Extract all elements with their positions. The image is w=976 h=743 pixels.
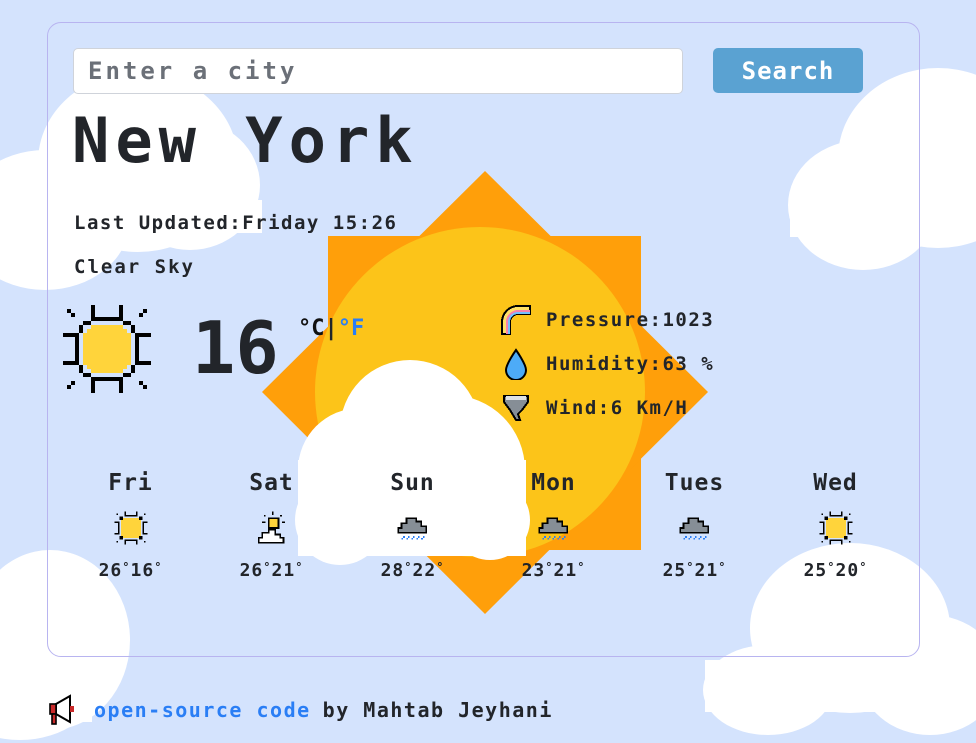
- forecast-max-temp: 25: [803, 560, 828, 581]
- forecast-max-temp: 26: [239, 560, 264, 581]
- author-credit: by Mahtab Jeyhani: [322, 698, 553, 722]
- pressure-row: Pressure: 1023: [500, 298, 714, 342]
- degree-symbol: °: [859, 560, 868, 574]
- rain-cloud-icon: [677, 510, 713, 546]
- degree-symbol: °: [577, 560, 586, 574]
- humidity-value: 63 %: [662, 353, 715, 375]
- city-search-input[interactable]: [73, 48, 683, 94]
- forecast-min-temp: 16: [130, 560, 155, 581]
- forecast-max-temp: 25: [662, 560, 687, 581]
- forecast-day: Fri 26°16°: [60, 470, 201, 581]
- forecast-max-temp: 23: [521, 560, 546, 581]
- forecast-temps: 25°21°: [624, 560, 765, 581]
- humidity-label: Humidity:: [546, 353, 663, 375]
- city-name: New York: [72, 104, 419, 177]
- degree-symbol: °: [263, 560, 272, 574]
- degree-symbol: °: [545, 560, 554, 574]
- forecast-temps: 26°16°: [60, 560, 201, 581]
- sun-icon: [63, 305, 151, 393]
- rain-cloud-icon: [536, 510, 572, 546]
- unit-separator: |: [324, 316, 338, 341]
- forecast-temps: 25°20°: [765, 560, 906, 581]
- forecast-day: Sat 26°21°: [201, 470, 342, 581]
- weather-details: Pressure: 1023 Humidity: 63 % Wind: 6 Km/H: [500, 298, 714, 430]
- degree-symbol: °: [404, 560, 413, 574]
- forecast-min-temp: 21: [694, 560, 719, 581]
- fahrenheit-link[interactable]: °F: [338, 316, 365, 341]
- forecast-day-name: Wed: [813, 470, 858, 496]
- unit-toggle: °C|°F: [298, 316, 364, 341]
- source-code-link[interactable]: open-source code: [94, 698, 311, 722]
- degree-symbol: °: [122, 560, 131, 574]
- water-drop-icon: [504, 348, 528, 380]
- forecast-day: Sun 28°22°: [342, 470, 483, 581]
- forecast-temps: 28°22°: [342, 560, 483, 581]
- degree-symbol: °: [154, 560, 163, 574]
- forecast-min-temp: 21: [271, 560, 296, 581]
- rain-cloud-icon: [395, 510, 431, 546]
- forecast-min-temp: 20: [835, 560, 860, 581]
- last-updated: Last Updated:Friday 15:26: [74, 212, 398, 234]
- degree-symbol: °: [686, 560, 695, 574]
- forecast-day: Tues 25°21°: [624, 470, 765, 581]
- degree-symbol: °: [295, 560, 304, 574]
- megaphone-icon: [49, 694, 74, 725]
- wind-row: Wind: 6 Km/H: [500, 386, 714, 430]
- forecast-day-name: Sat: [249, 470, 294, 496]
- sun-icon: [113, 510, 149, 546]
- forecast-day-name: Sun: [390, 470, 435, 496]
- last-updated-label: Last Updated:: [74, 212, 243, 234]
- forecast-day-name: Mon: [531, 470, 576, 496]
- forecast-day-name: Fri: [108, 470, 153, 496]
- forecast-day: Mon 23°21°: [483, 470, 624, 581]
- forecast-day-name: Tues: [664, 470, 725, 496]
- tornado-icon: [503, 395, 529, 421]
- celsius-link[interactable]: °C: [298, 316, 325, 341]
- current-temperature: 16: [192, 306, 279, 390]
- degree-symbol: °: [436, 560, 445, 574]
- wind-value: 6 Km/H: [610, 397, 689, 419]
- sun-icon: [818, 510, 854, 546]
- forecast-temps: 23°21°: [483, 560, 624, 581]
- last-updated-value: Friday 15:26: [242, 212, 398, 234]
- forecast-max-temp: 26: [98, 560, 123, 581]
- footer: open-source code by Mahtab Jeyhani: [46, 694, 553, 726]
- search-button[interactable]: Search: [713, 48, 863, 93]
- weather-description: Clear Sky: [74, 256, 195, 278]
- pressure-label: Pressure:: [546, 309, 663, 331]
- humidity-row: Humidity: 63 %: [500, 342, 714, 386]
- forecast-min-temp: 21: [553, 560, 578, 581]
- degree-symbol: °: [718, 560, 727, 574]
- forecast-min-temp: 22: [412, 560, 437, 581]
- sun-behind-cloud-icon: [254, 510, 290, 546]
- forecast: Fri 26°16° Sat 26°21° Sun 28°22° Mon 23°21° Tues…: [60, 470, 906, 581]
- forecast-temps: 26°21°: [201, 560, 342, 581]
- degree-symbol: °: [827, 560, 836, 574]
- wind-label: Wind:: [546, 397, 611, 419]
- forecast-max-temp: 28: [380, 560, 405, 581]
- pressure-value: 1023: [662, 309, 715, 331]
- rainbow-icon: [501, 305, 531, 335]
- forecast-day: Wed 25°20°: [765, 470, 906, 581]
